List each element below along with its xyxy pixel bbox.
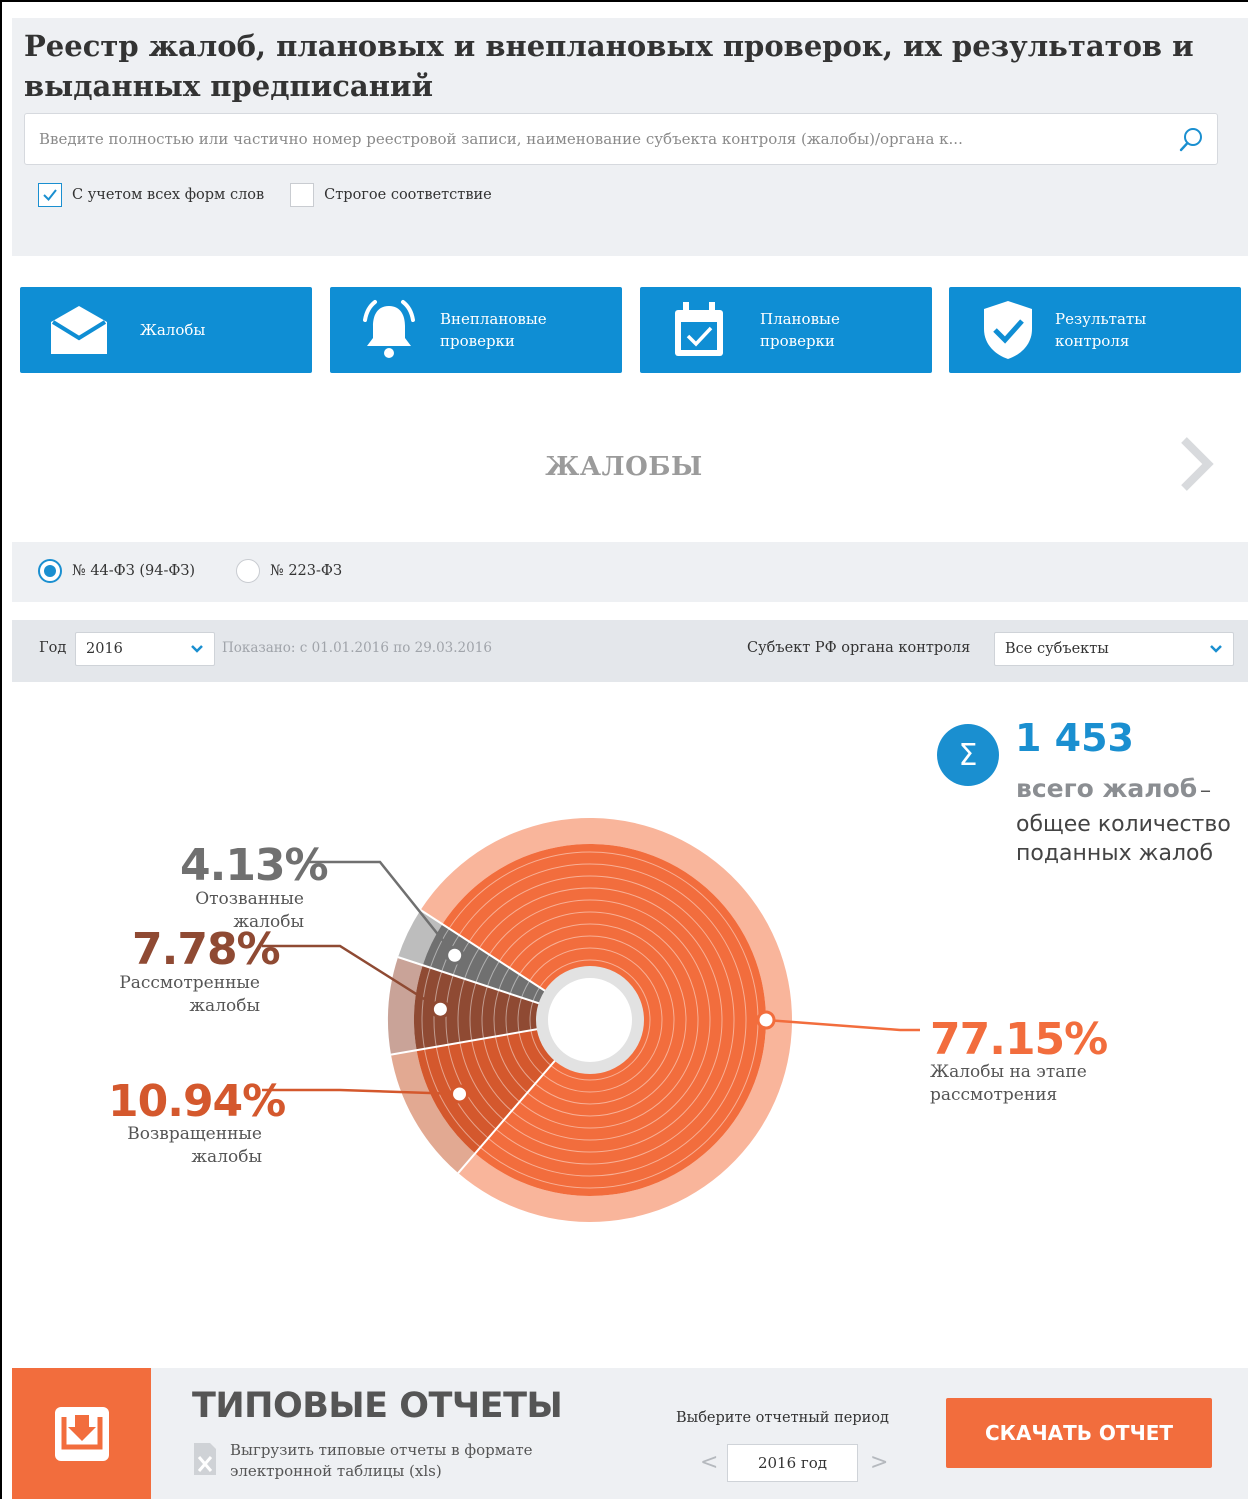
typical-reports-panel: ТИПОВЫЕ ОТЧЕТЫ Выгрузить типовые отчеты …: [12, 1368, 1248, 1499]
tile-unplanned-label: Внеплановые проверки: [440, 310, 547, 350]
period-label: Выберите отчетный период: [676, 1410, 889, 1426]
law-44-radio[interactable]: № 44-ФЗ (94-ФЗ): [38, 559, 195, 583]
spreadsheet-file-icon: [194, 1443, 216, 1475]
law-223-radio[interactable]: № 223-ФЗ: [236, 559, 342, 583]
reports-title: ТИПОВЫЕ ОТЧЕТЫ: [192, 1386, 563, 1426]
tile-results-label: Результаты контроля: [1055, 310, 1147, 350]
strict-match-checkbox[interactable]: [290, 183, 315, 207]
strict-match-label: Строгое соответствие: [324, 187, 492, 203]
year-label: Год: [39, 640, 67, 656]
tile-planned-label: Плановые проверки: [760, 310, 840, 350]
returned-percent: 10.94%: [108, 1076, 286, 1127]
withdrawn-slice-marker: [445, 945, 465, 965]
chart-center-hole: [536, 966, 644, 1074]
returned-label: Возвращенные жалобы: [127, 1124, 262, 1167]
section-title: ЖАЛОБЫ: [545, 452, 703, 482]
download-report-button[interactable]: СКАЧАТЬ ОТЧЕТ: [946, 1398, 1212, 1468]
download-tray-icon: [12, 1368, 151, 1499]
law-selector: № 44-ФЗ (94-ФЗ) № 223-ФЗ: [12, 542, 1248, 602]
category-tiles: Жалобы Внеплановые проверки Плановые про…: [20, 287, 1242, 373]
subject-label: Субъект РФ органа контроля: [747, 640, 971, 656]
law-223-label: № 223-ФЗ: [270, 563, 342, 579]
search-options: С учетом всех форм слов Строгое соответс…: [38, 182, 518, 208]
filter-bar: Год 2016 Показано: с 01.01.2016 по 29.03…: [12, 620, 1248, 682]
radio-unselected-icon: [236, 559, 260, 583]
shown-period-note: Показано: с 01.01.2016 по 29.03.2016: [222, 640, 492, 656]
pending-label: Жалобы на этапе рассмотрения: [930, 1062, 1087, 1105]
search-box[interactable]: [24, 113, 1218, 165]
reviewed-label: Рассмотренные жалобы: [119, 973, 260, 1016]
all-word-forms-checkbox[interactable]: [38, 183, 62, 207]
tile-planned-inspections[interactable]: Плановые проверки: [640, 287, 932, 373]
bell-icon: [356, 297, 422, 363]
reviewed-slice-marker: [430, 999, 450, 1019]
year-select[interactable]: 2016: [75, 632, 215, 666]
tile-unplanned-inspections[interactable]: Внеплановые проверки: [330, 287, 622, 373]
subject-select[interactable]: Все субъекты: [994, 632, 1234, 666]
period-next-button[interactable]: >: [870, 1450, 888, 1475]
tile-control-results[interactable]: Результаты контроля: [949, 287, 1241, 373]
period-prev-button[interactable]: <: [700, 1450, 718, 1475]
envelope-icon: [46, 297, 112, 363]
chevron-down-icon: [1210, 645, 1222, 653]
calendar-check-icon: [666, 297, 732, 363]
chevron-right-icon[interactable]: [1178, 436, 1214, 492]
shield-check-icon: [975, 297, 1041, 363]
search-icon[interactable]: [1177, 126, 1205, 154]
all-word-forms-label: С учетом всех форм слов: [72, 187, 265, 203]
page-title: Реестр жалоб, плановых и внеплановых про…: [24, 29, 1194, 103]
chevron-down-icon: [191, 645, 203, 653]
year-value: 2016: [86, 641, 123, 657]
subject-value: Все субъекты: [1005, 641, 1109, 657]
search-input[interactable]: [39, 114, 1169, 164]
reports-subtitle: Выгрузить типовые отчеты в формате элект…: [230, 1441, 533, 1480]
period-value: 2016 год: [727, 1444, 858, 1482]
pending-percent: 77.15%: [930, 1014, 1108, 1065]
tile-complaints-label: Жалобы: [140, 321, 206, 339]
reviewed-percent: 7.78%: [132, 924, 281, 975]
radio-selected-icon: [38, 559, 62, 583]
tile-complaints[interactable]: Жалобы: [20, 287, 312, 373]
withdrawn-percent: 4.13%: [180, 840, 329, 891]
law-44-label: № 44-ФЗ (94-ФЗ): [72, 563, 196, 579]
returned-slice-marker: [450, 1084, 470, 1104]
pending-slice-marker: [756, 1010, 776, 1030]
checkmark-icon: [43, 189, 57, 202]
